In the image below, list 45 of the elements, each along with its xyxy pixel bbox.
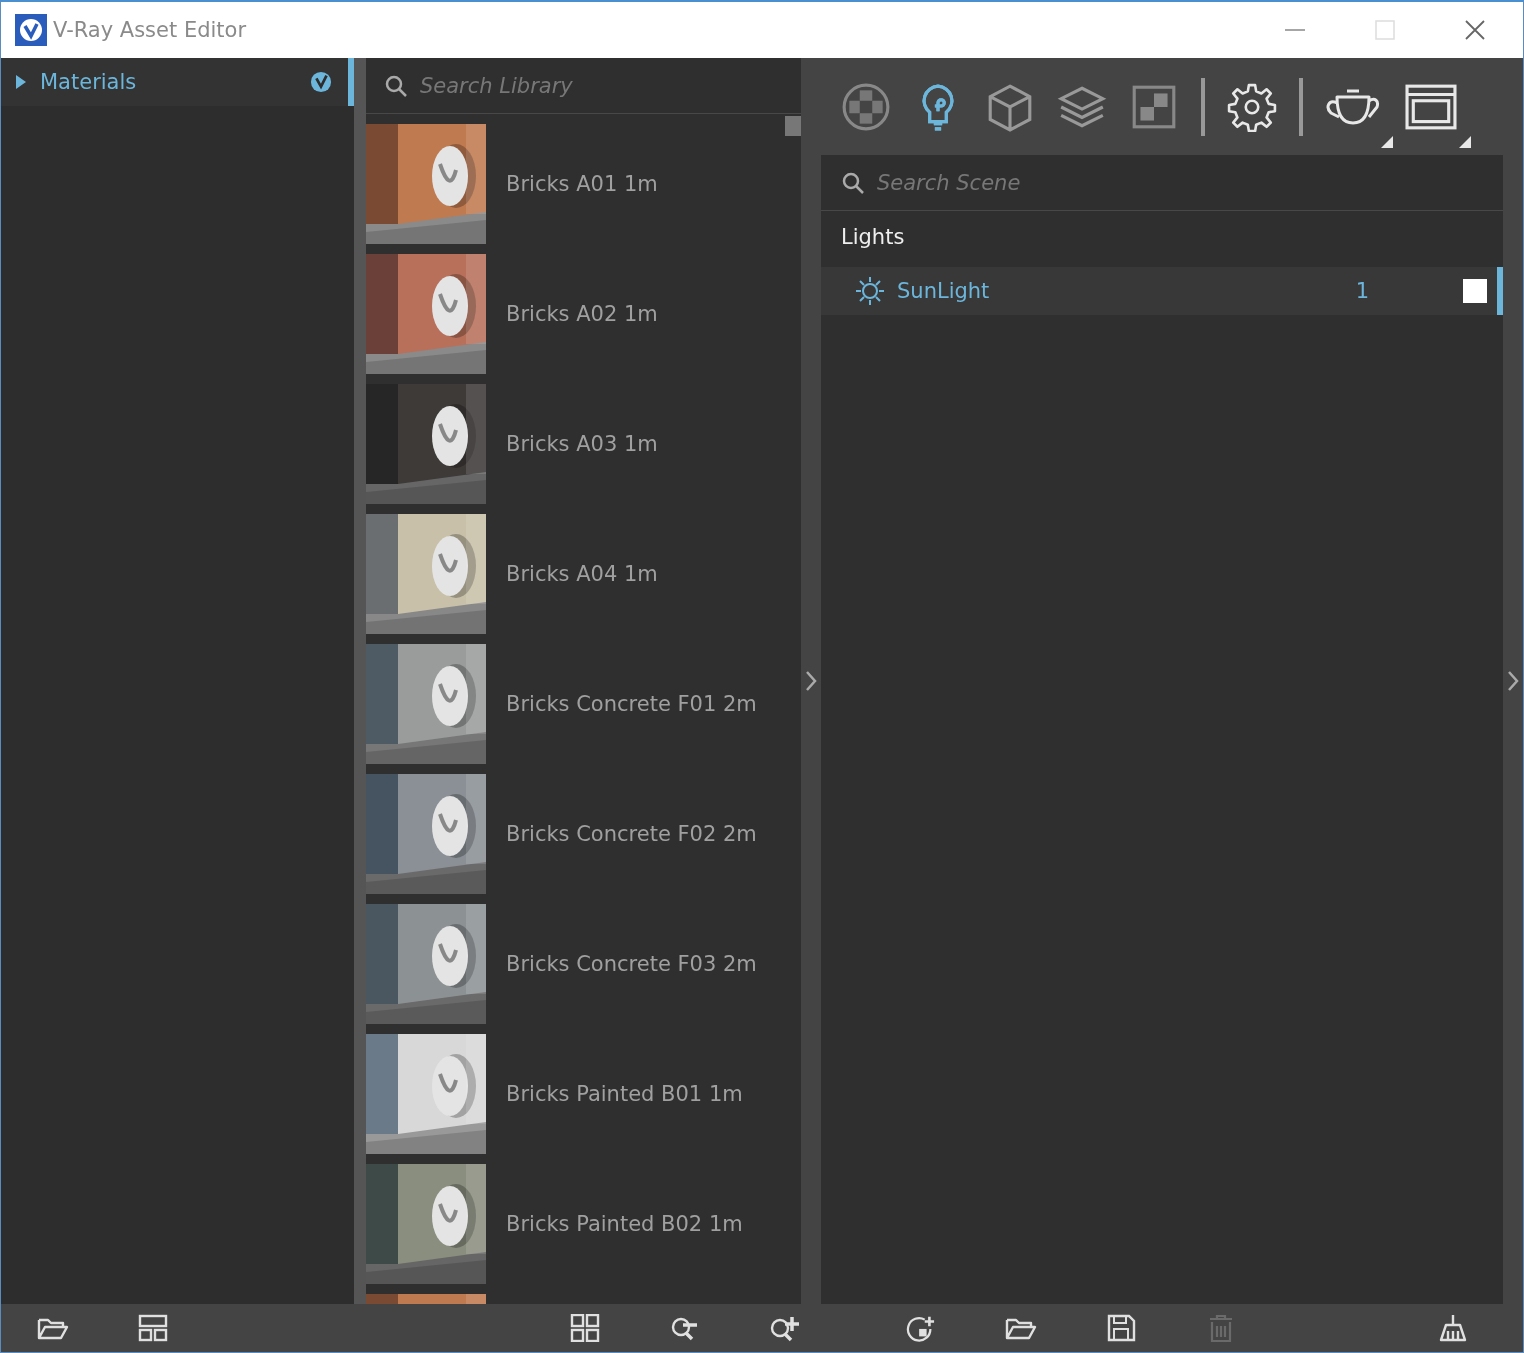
toolbar-button[interactable] (905, 1314, 937, 1342)
material-item[interactable]: Bricks Concrete F03 2m (366, 904, 785, 1024)
close-icon[interactable] (1465, 20, 1485, 40)
app-logo-icon (15, 14, 47, 46)
toolbar-button[interactable] (1105, 1314, 1137, 1342)
search-icon (384, 73, 408, 98)
save-icon (1105, 1314, 1137, 1342)
tree-item[interactable]: Materials (1, 58, 354, 106)
material-item[interactable]: Bricks Concrete F01 2m (366, 644, 785, 764)
broom-icon (1437, 1314, 1469, 1342)
chevron-right-icon[interactable] (805, 670, 817, 692)
section-heading: Lights (840, 224, 906, 251)
layout-icon (137, 1314, 169, 1342)
search-icon (841, 170, 865, 195)
sun-icon (855, 276, 885, 306)
corner-triangle-icon (1381, 135, 1393, 148)
material-item[interactable]: Bricks Painted B02 1m (366, 1164, 785, 1284)
color-swatch[interactable] (1463, 279, 1487, 303)
search-field[interactable]: Search Scene (875, 169, 1503, 196)
toolbar-button[interactable] (769, 1314, 801, 1342)
zoom-in-icon (769, 1314, 801, 1342)
v-logo-icon (310, 71, 332, 93)
toolbar-button[interactable] (569, 1314, 601, 1342)
separator (1299, 77, 1303, 136)
search-field[interactable]: Search Library (418, 72, 801, 99)
material-item[interactable]: Bricks A03 1m (366, 384, 785, 504)
grid-icon (569, 1314, 601, 1342)
toolbar-tab[interactable] (1227, 81, 1277, 132)
checker-sphere-icon (841, 81, 891, 132)
material-item[interactable]: Bricks A04 1m (366, 514, 785, 634)
add-sphere-icon (905, 1314, 937, 1342)
material-item[interactable]: Bricks Concrete F02 2m (366, 774, 785, 894)
material-item[interactable]: Bricks A02 1m (366, 254, 785, 374)
window-title: V-Ray Asset Editor (53, 18, 247, 42)
light-row[interactable]: SunLight 1 (821, 267, 1503, 315)
settings-icon (1227, 81, 1277, 132)
material-item[interactable]: Bricks A01 1m (366, 124, 785, 244)
toolbar-button[interactable] (137, 1314, 169, 1342)
expand-arrow-icon (16, 75, 26, 89)
chevron-right-icon[interactable] (1507, 670, 1519, 692)
corner-triangle-icon (1459, 135, 1471, 148)
toolbar-button[interactable] (1437, 1314, 1469, 1342)
material-item[interactable]: Bricks Painted B01 1m (366, 1034, 785, 1154)
separator (1201, 77, 1205, 136)
scrollbar[interactable] (785, 116, 801, 136)
